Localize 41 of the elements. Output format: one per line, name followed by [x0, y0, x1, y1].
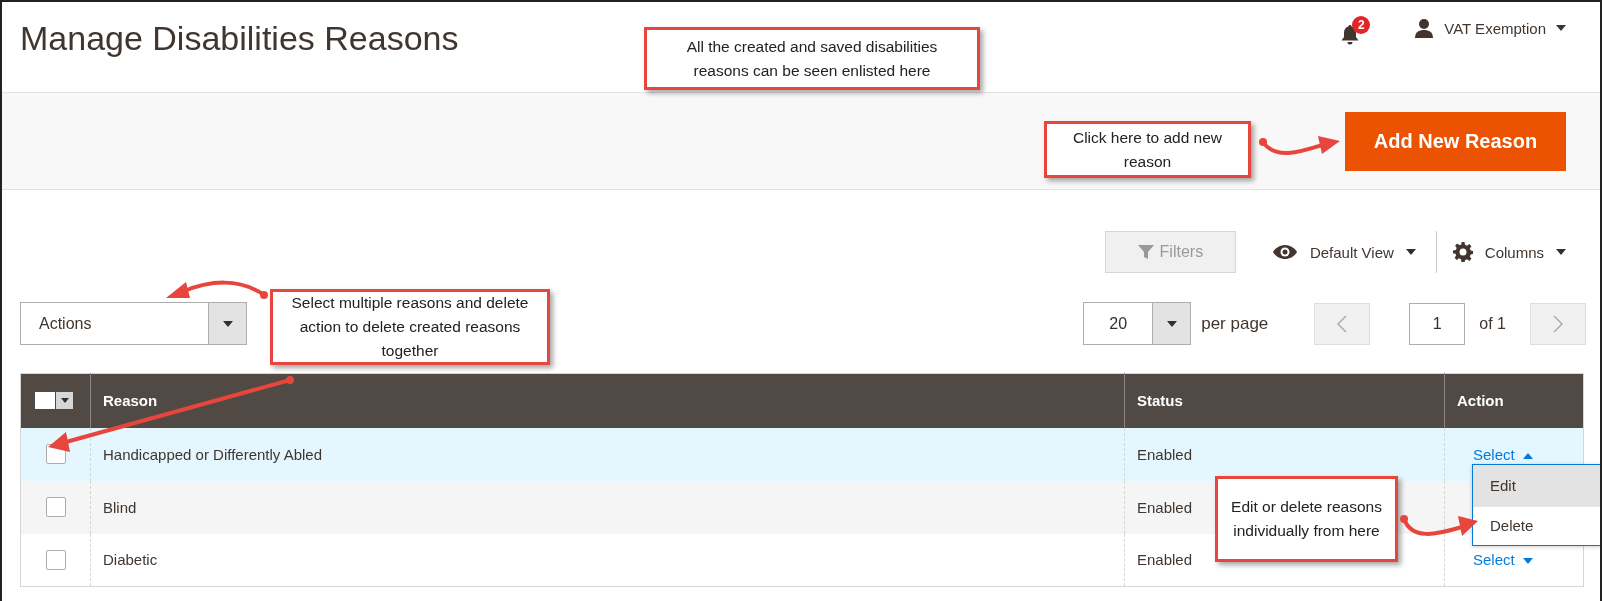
table-cell: Handicapped or Differently Abled	[90, 427, 1125, 481]
row-checkbox[interactable]	[45, 497, 66, 517]
callout-note: Click here to add new reason	[1044, 121, 1251, 178]
select-link[interactable]: Select	[1473, 551, 1533, 569]
table-cell: Enabled	[1124, 427, 1445, 481]
previous-page-button[interactable]	[1314, 302, 1371, 345]
menu-item[interactable]: Edit	[1473, 464, 1600, 507]
next-page-button[interactable]	[1530, 302, 1586, 345]
view-dropdown[interactable]: Default View	[1271, 243, 1416, 261]
eye-icon	[1271, 244, 1298, 260]
select-all-checkbox[interactable]	[35, 392, 73, 410]
menu-item[interactable]: Delete	[1473, 506, 1600, 545]
gear-icon	[1452, 242, 1473, 262]
table-cell: Blind	[90, 480, 1125, 534]
add-new-reason-button[interactable]: Add New Reason	[1345, 111, 1566, 171]
page-number-field[interactable]: 1	[1409, 302, 1466, 345]
callout-note: Select multiple reasons and delete action to delete created reasons together	[270, 289, 550, 365]
notification-badge: 2	[1352, 16, 1371, 34]
caret-icon	[1166, 320, 1177, 327]
row-checkbox[interactable]	[45, 549, 66, 570]
chevron-left-icon	[1337, 314, 1348, 333]
column-header[interactable]: Reason	[90, 373, 1125, 428]
select-link[interactable]: Select	[1473, 445, 1533, 463]
caret-icon	[1556, 249, 1566, 255]
callout-note: All the created and saved disabilities reasons can be seen enlisted here	[644, 27, 980, 90]
caret-icon	[222, 320, 233, 327]
chevron-right-icon	[1553, 314, 1563, 333]
page-total-label: of 1	[1479, 314, 1506, 333]
page-title: Manage Disabilities Reasons	[20, 18, 459, 59]
caret-icon	[1405, 249, 1416, 255]
user-icon	[1414, 18, 1435, 38]
actions-dropdown[interactable]: Actions	[20, 302, 247, 345]
page-size-dropdown[interactable]: 20	[1083, 302, 1192, 345]
per-page-label: per page	[1201, 313, 1269, 334]
table-cell: Diabetic	[90, 533, 1125, 587]
user-menu[interactable]: VAT Exemption	[1414, 18, 1566, 38]
columns-dropdown[interactable]: Columns	[1452, 242, 1566, 262]
caret-icon	[1556, 25, 1566, 31]
column-header[interactable]: Action	[1444, 373, 1584, 428]
column-header[interactable]: Status	[1124, 373, 1445, 428]
funnel-icon	[1137, 244, 1154, 260]
